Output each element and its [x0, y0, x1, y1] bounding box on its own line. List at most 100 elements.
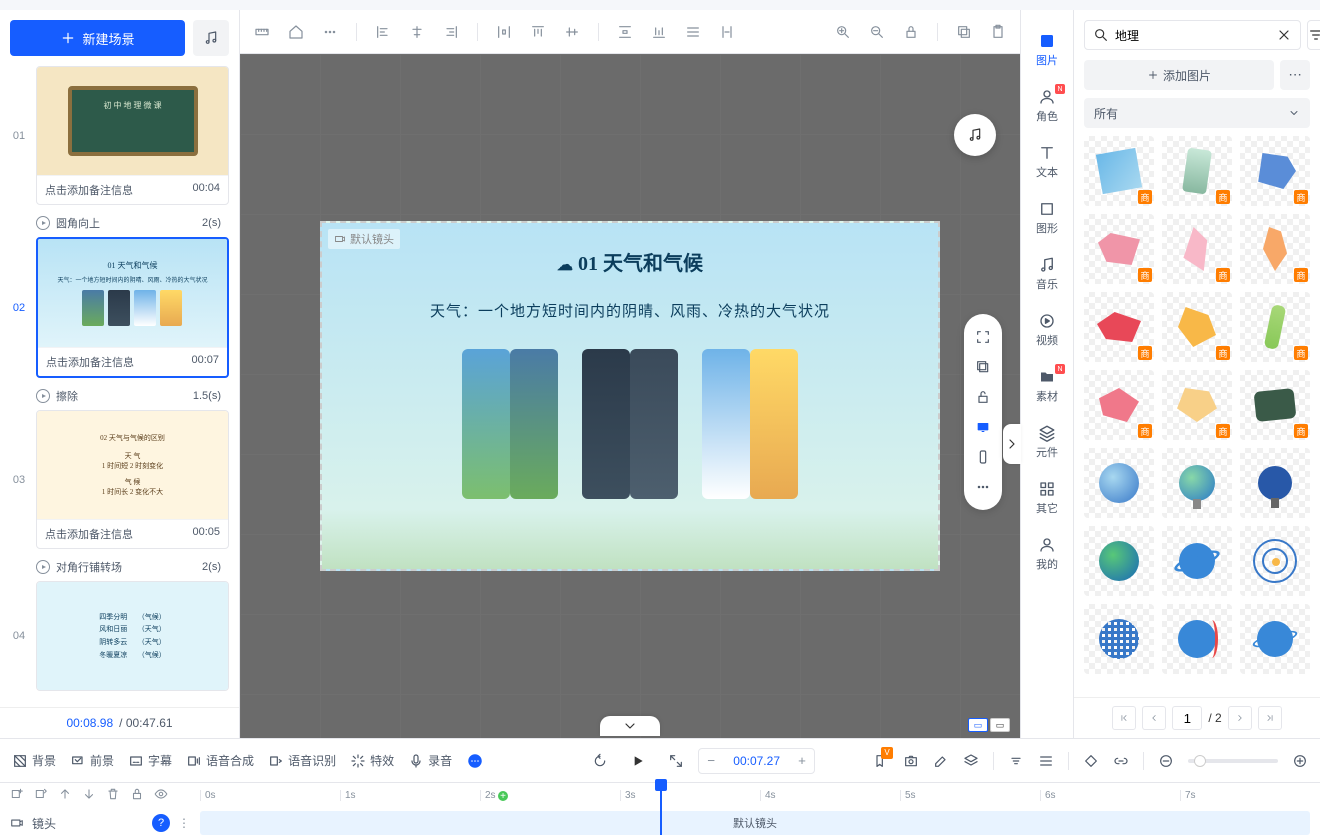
asset-item[interactable]	[1240, 526, 1310, 596]
search-box[interactable]	[1084, 20, 1301, 50]
asset-item[interactable]	[1162, 370, 1232, 440]
effects-button[interactable]: 特效	[350, 752, 394, 769]
copy-layer-icon[interactable]	[970, 354, 996, 380]
scene-item[interactable]: 03 02 天气与气候的区别 天 气 1 时间短 2 时刻变化 气 候 1 时间…	[10, 410, 229, 549]
asset-item[interactable]	[1240, 214, 1310, 284]
canvas-area[interactable]: 默认镜头 ☁ 01 天气和气候 天气：一个地方短时间内的阴晴、风雨、冷热的大气状…	[240, 54, 1020, 738]
asset-item[interactable]	[1084, 292, 1154, 362]
zoom-in-icon[interactable]	[833, 22, 853, 42]
vnav-other[interactable]: 其它	[1021, 474, 1073, 522]
asset-item[interactable]	[1162, 292, 1232, 362]
asset-item[interactable]	[1162, 136, 1232, 206]
align-bottom-icon[interactable]	[649, 22, 669, 42]
asset-item[interactable]	[1240, 292, 1310, 362]
sort-button[interactable]	[1008, 753, 1024, 769]
vnav-image[interactable]: 图片	[1021, 26, 1073, 74]
rewind-button[interactable]	[592, 753, 608, 769]
asr-button[interactable]: 语音识别	[268, 752, 336, 769]
vnav-component[interactable]: 元件	[1021, 418, 1073, 466]
zoom-out-icon[interactable]	[867, 22, 887, 42]
time-decrease[interactable]: −	[699, 749, 723, 773]
more-button[interactable]: ⋯	[1280, 60, 1310, 90]
edit-button[interactable]	[933, 753, 949, 769]
visibility-icon[interactable]	[154, 786, 168, 805]
floating-music-button[interactable]	[954, 114, 996, 156]
track-menu-icon[interactable]: ⋮	[178, 816, 190, 830]
asset-item[interactable]	[1084, 448, 1154, 518]
distribute-h-icon[interactable]	[494, 22, 514, 42]
move-up-icon[interactable]	[58, 786, 72, 805]
record-button[interactable]: 录音	[408, 752, 452, 769]
pager-last[interactable]	[1258, 706, 1282, 730]
foreground-button[interactable]: 前景	[70, 752, 114, 769]
vnav-character[interactable]: 角色 N	[1021, 82, 1073, 130]
export-track-icon[interactable]	[34, 786, 48, 805]
align-left-icon[interactable]	[373, 22, 393, 42]
pager-first[interactable]	[1112, 706, 1136, 730]
asset-item[interactable]	[1084, 214, 1154, 284]
asset-item[interactable]	[1162, 214, 1232, 284]
transition-row[interactable]: 圆角向上 2(s)	[10, 209, 229, 237]
view-mode-toggle[interactable]: ▭ ▭	[968, 718, 1010, 732]
align-right-icon[interactable]	[441, 22, 461, 42]
zoom-out-timeline[interactable]	[1158, 753, 1174, 769]
keyframe-button[interactable]	[1083, 753, 1099, 769]
vnav-material[interactable]: 素材 N	[1021, 362, 1073, 410]
lock-icon[interactable]	[901, 22, 921, 42]
view-mode-wide-icon[interactable]: ▭	[990, 718, 1010, 732]
add-image-button[interactable]: 添加图片	[1084, 60, 1274, 90]
help-icon[interactable]: ?	[152, 814, 170, 832]
fullscreen-button[interactable]	[668, 753, 684, 769]
home-icon[interactable]	[286, 22, 306, 42]
ruler-icon[interactable]	[252, 22, 272, 42]
chat-button[interactable]	[466, 752, 484, 770]
delete-icon[interactable]	[106, 786, 120, 805]
search-input[interactable]	[1115, 28, 1270, 42]
asset-item[interactable]	[1240, 370, 1310, 440]
vnav-text[interactable]: 文本	[1021, 138, 1073, 186]
marker-in-button[interactable]: V	[873, 753, 889, 769]
asset-item[interactable]	[1240, 136, 1310, 206]
focus-icon[interactable]	[970, 324, 996, 350]
vnav-mine[interactable]: 我的	[1021, 530, 1073, 578]
vnav-shape[interactable]: 图形	[1021, 194, 1073, 242]
align-top-icon[interactable]	[528, 22, 548, 42]
subtitle-button[interactable]: 字幕	[128, 752, 172, 769]
scene-item[interactable]: 01 初 中 地 理 微 课 点击添加备注信息 00:04	[10, 66, 229, 205]
pager-prev[interactable]	[1142, 706, 1166, 730]
zoom-in-timeline[interactable]	[1292, 753, 1308, 769]
zoom-slider[interactable]	[1188, 759, 1278, 763]
play-button[interactable]	[622, 745, 654, 777]
background-button[interactable]: 背景	[12, 752, 56, 769]
distribute-v-icon[interactable]	[615, 22, 635, 42]
scene-item[interactable]: 02 01 天气和气候 天气：一个地方短时间内的阴晴、风雨、冷热的大气状况	[10, 237, 229, 378]
transition-row[interactable]: 对角行铺转场 2(s)	[10, 553, 229, 581]
timeline-ruler[interactable]: 0s 1s 2s 3s 4s 5s 6s 7s	[200, 790, 1320, 801]
asset-item[interactable]	[1084, 370, 1154, 440]
panel-collapse-arrow[interactable]	[1003, 424, 1021, 464]
vnav-video[interactable]: 视频	[1021, 306, 1073, 354]
new-scene-button[interactable]: 新建场景	[10, 20, 185, 56]
filter-button[interactable]	[1307, 20, 1320, 50]
asset-item[interactable]	[1084, 526, 1154, 596]
camera-button[interactable]	[903, 753, 919, 769]
playhead[interactable]	[660, 785, 662, 835]
screen-icon[interactable]	[970, 414, 996, 440]
asset-item[interactable]	[1162, 604, 1232, 674]
pager-next[interactable]	[1228, 706, 1252, 730]
paste-icon[interactable]	[988, 22, 1008, 42]
more-icon[interactable]	[970, 474, 996, 500]
unlock-icon[interactable]	[970, 384, 996, 410]
ellipsis-icon[interactable]	[320, 22, 340, 42]
add-track-icon[interactable]	[10, 786, 24, 805]
asset-item[interactable]	[1240, 604, 1310, 674]
scene-music-button[interactable]	[193, 20, 229, 56]
slide-canvas[interactable]: 默认镜头 ☁ 01 天气和气候 天气：一个地方短时间内的阴晴、风雨、冷热的大气状…	[320, 221, 940, 571]
asset-item[interactable]	[1084, 604, 1154, 674]
tts-button[interactable]: 语音合成	[186, 752, 254, 769]
category-select[interactable]: 所有	[1084, 98, 1310, 128]
canvas-collapse-button[interactable]	[600, 716, 660, 736]
vnav-music[interactable]: 音乐	[1021, 250, 1073, 298]
asset-item[interactable]	[1084, 136, 1154, 206]
list-button[interactable]	[1038, 753, 1054, 769]
